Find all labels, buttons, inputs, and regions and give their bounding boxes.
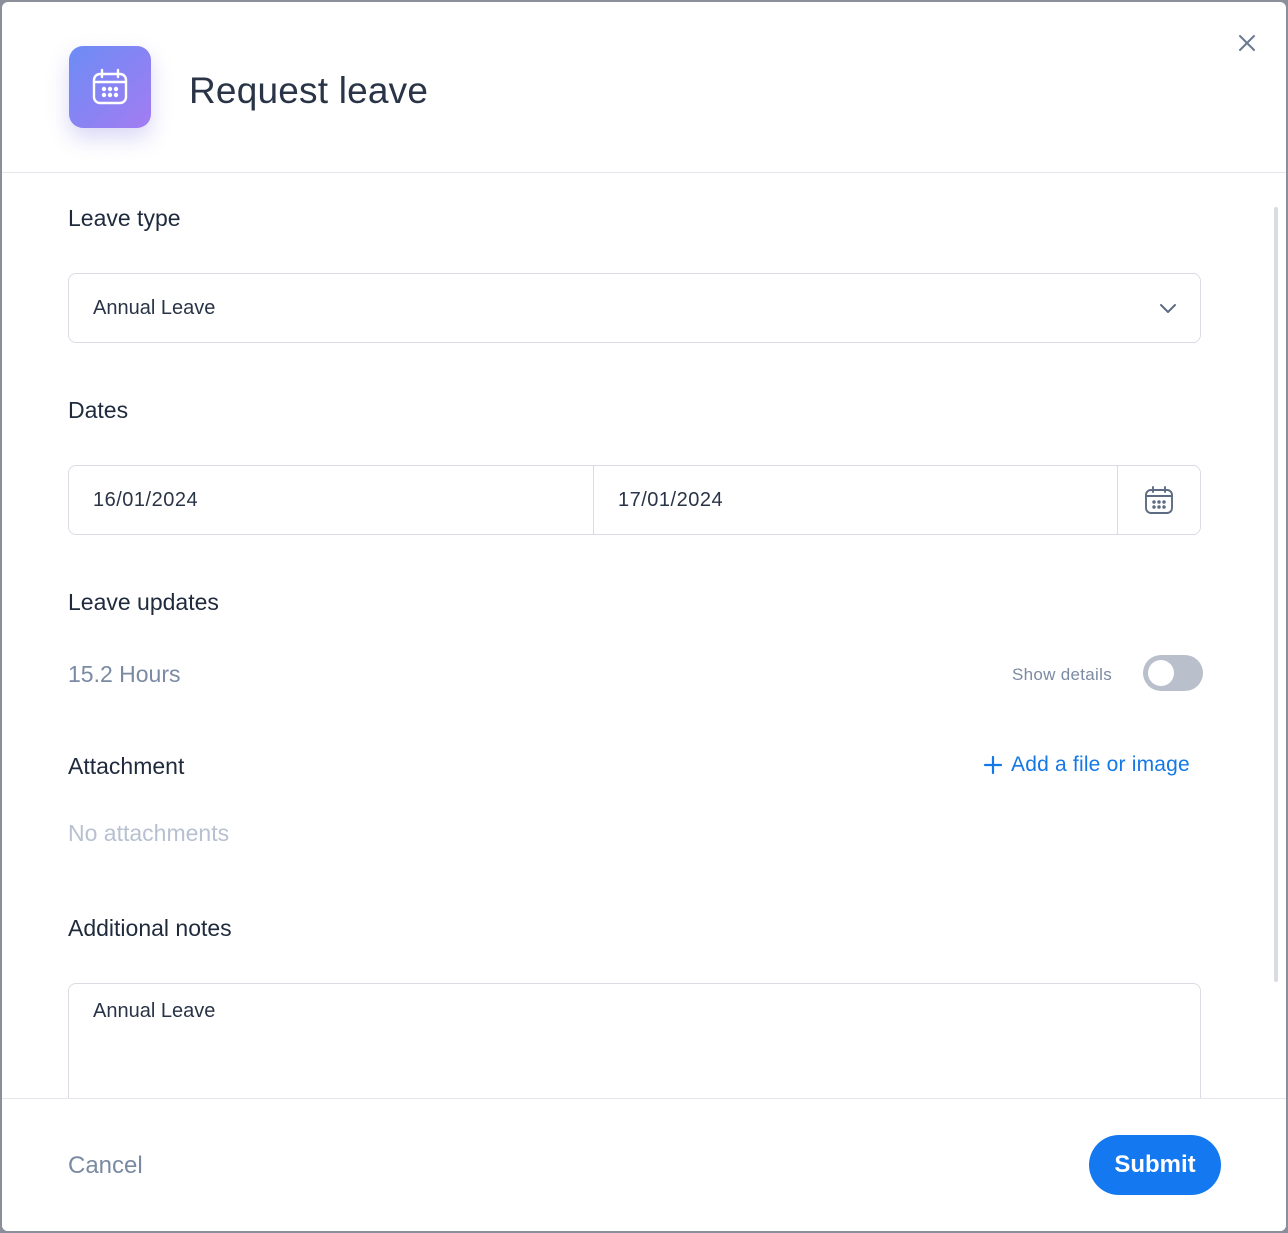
dialog-footer: Cancel Submit	[2, 1098, 1286, 1231]
chevron-down-icon	[1160, 304, 1176, 313]
calendar-button[interactable]	[1118, 466, 1200, 534]
cancel-button[interactable]: Cancel	[68, 1152, 143, 1180]
dialog-body: Leave type Annual Leave Dates 16/01/2024…	[2, 173, 1286, 1098]
additional-notes-value: Annual Leave	[93, 1000, 216, 1022]
dialog-title: Request leave	[189, 70, 429, 111]
attachment-label: Attachment	[68, 753, 185, 779]
leave-type-value: Annual Leave	[93, 297, 216, 319]
dialog-header: Request leave	[2, 2, 1286, 173]
dates-label: Dates	[68, 397, 129, 423]
submit-button[interactable]: Submit	[1089, 1135, 1221, 1195]
leave-updates-label: Leave updates	[68, 589, 219, 615]
close-button[interactable]	[1234, 30, 1260, 56]
add-file-button[interactable]: Add a file or image	[983, 753, 1190, 777]
show-details-toggle[interactable]	[1143, 655, 1203, 691]
leave-type-label: Leave type	[68, 205, 181, 231]
additional-notes-textarea[interactable]: Annual Leave	[68, 983, 1201, 1098]
end-date-field[interactable]: 17/01/2024	[594, 466, 1118, 534]
date-range-picker: 16/01/2024 17/01/2024	[68, 465, 1201, 535]
show-details-label: Show details	[1012, 665, 1112, 684]
end-date-value: 17/01/2024	[618, 489, 724, 511]
scrollbar[interactable]	[1274, 207, 1278, 982]
calendar-icon	[1145, 486, 1173, 514]
plus-icon	[983, 755, 1003, 775]
leave-type-select[interactable]: Annual Leave	[68, 273, 1201, 343]
leave-hours-value: 15.2 Hours	[68, 661, 181, 687]
close-icon	[1239, 35, 1255, 51]
start-date-field[interactable]: 16/01/2024	[69, 466, 594, 534]
toggle-knob	[1148, 660, 1174, 686]
additional-notes-label: Additional notes	[68, 915, 232, 941]
start-date-value: 16/01/2024	[93, 489, 199, 511]
calendar-icon	[69, 46, 151, 128]
no-attachments-text: No attachments	[68, 820, 230, 846]
request-leave-dialog: Request leave Leave type Annual Leave Da…	[2, 2, 1286, 1231]
add-file-label: Add a file or image	[1011, 753, 1190, 776]
